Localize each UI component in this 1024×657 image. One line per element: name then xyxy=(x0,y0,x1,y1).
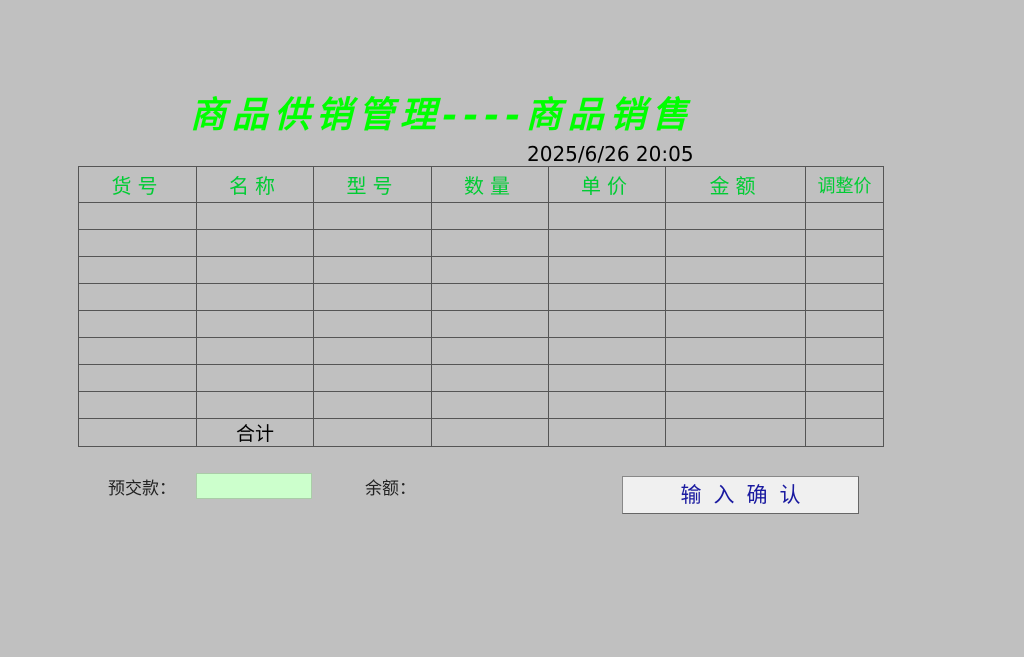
table-cell[interactable] xyxy=(196,391,314,419)
table-cell[interactable] xyxy=(78,202,197,230)
total-label: 合计 xyxy=(196,418,314,447)
table-row xyxy=(78,256,884,284)
table-cell[interactable] xyxy=(665,202,806,230)
table-cell[interactable] xyxy=(196,283,314,311)
column-header-name: 名称 xyxy=(196,166,314,203)
table-cell[interactable] xyxy=(313,283,432,311)
table-cell[interactable] xyxy=(313,229,432,257)
table-cell[interactable] xyxy=(196,256,314,284)
table-cell[interactable] xyxy=(313,337,432,365)
table-cell[interactable] xyxy=(665,229,806,257)
table-cell[interactable] xyxy=(313,364,432,392)
sales-table: 货号 名称 型号 数量 单价 金额 调整价 合计 xyxy=(78,166,884,447)
table-cell[interactable] xyxy=(665,391,806,419)
table-cell[interactable] xyxy=(196,337,314,365)
table-row xyxy=(78,283,884,311)
column-header-adjusted-price: 调整价 xyxy=(805,166,884,203)
total-cell xyxy=(548,418,666,447)
table-cell[interactable] xyxy=(548,337,666,365)
column-header-model: 型号 xyxy=(313,166,432,203)
table-cell[interactable] xyxy=(313,202,432,230)
table-cell[interactable] xyxy=(805,364,884,392)
balance-label: 余额： xyxy=(365,479,416,499)
table-cell[interactable] xyxy=(665,283,806,311)
table-row xyxy=(78,364,884,392)
table-cell[interactable] xyxy=(665,310,806,338)
table-cell[interactable] xyxy=(805,391,884,419)
table-cell[interactable] xyxy=(805,256,884,284)
table-cell[interactable] xyxy=(78,364,197,392)
total-cell xyxy=(313,418,432,447)
table-cell[interactable] xyxy=(548,256,666,284)
table-cell[interactable] xyxy=(78,337,197,365)
table-cell[interactable] xyxy=(431,202,549,230)
table-cell[interactable] xyxy=(805,283,884,311)
total-cell xyxy=(665,418,806,447)
total-cell xyxy=(431,418,549,447)
table-row xyxy=(78,229,884,257)
column-header-amount: 金额 xyxy=(665,166,806,203)
total-cell xyxy=(805,418,884,447)
table-cell[interactable] xyxy=(665,364,806,392)
table-cell[interactable] xyxy=(431,229,549,257)
table-row xyxy=(78,202,884,230)
table-row xyxy=(78,337,884,365)
table-cell[interactable] xyxy=(313,391,432,419)
prepay-label: 预交款： xyxy=(108,479,176,499)
table-cell[interactable] xyxy=(313,256,432,284)
table-cell[interactable] xyxy=(431,391,549,419)
table-cell[interactable] xyxy=(196,310,314,338)
table-cell[interactable] xyxy=(313,310,432,338)
table-cell[interactable] xyxy=(78,310,197,338)
table-cell[interactable] xyxy=(78,283,197,311)
table-cell[interactable] xyxy=(431,364,549,392)
table-cell[interactable] xyxy=(548,391,666,419)
table-row xyxy=(78,310,884,338)
table-cell[interactable] xyxy=(665,337,806,365)
table-cell[interactable] xyxy=(431,283,549,311)
table-body: 合计 xyxy=(78,202,884,447)
table-cell[interactable] xyxy=(805,337,884,365)
table-cell[interactable] xyxy=(548,202,666,230)
total-cell xyxy=(78,418,197,447)
column-header-unit-price: 单价 xyxy=(548,166,666,203)
table-cell[interactable] xyxy=(805,310,884,338)
table-cell[interactable] xyxy=(196,229,314,257)
table-cell[interactable] xyxy=(431,337,549,365)
table-cell[interactable] xyxy=(196,202,314,230)
prepay-input[interactable] xyxy=(196,473,312,499)
table-cell[interactable] xyxy=(78,391,197,419)
table-cell[interactable] xyxy=(196,364,314,392)
table-cell[interactable] xyxy=(548,364,666,392)
table-cell[interactable] xyxy=(805,229,884,257)
table-cell[interactable] xyxy=(548,310,666,338)
table-cell[interactable] xyxy=(431,256,549,284)
table-cell[interactable] xyxy=(78,229,197,257)
table-row xyxy=(78,391,884,419)
table-cell[interactable] xyxy=(548,283,666,311)
table-cell[interactable] xyxy=(805,202,884,230)
total-row: 合计 xyxy=(78,418,884,447)
column-header-item-code: 货号 xyxy=(78,166,197,203)
table-header-row: 货号 名称 型号 数量 单价 金额 调整价 xyxy=(78,166,884,203)
column-header-quantity: 数量 xyxy=(431,166,549,203)
table-cell[interactable] xyxy=(665,256,806,284)
table-cell[interactable] xyxy=(548,229,666,257)
datetime-display: 2025/6/26 20:05 xyxy=(527,142,694,166)
confirm-input-button[interactable]: 输入确认 xyxy=(622,476,859,514)
page-title: 商品供销管理----商品销售 xyxy=(190,94,694,136)
table-cell[interactable] xyxy=(431,310,549,338)
table-cell[interactable] xyxy=(78,256,197,284)
